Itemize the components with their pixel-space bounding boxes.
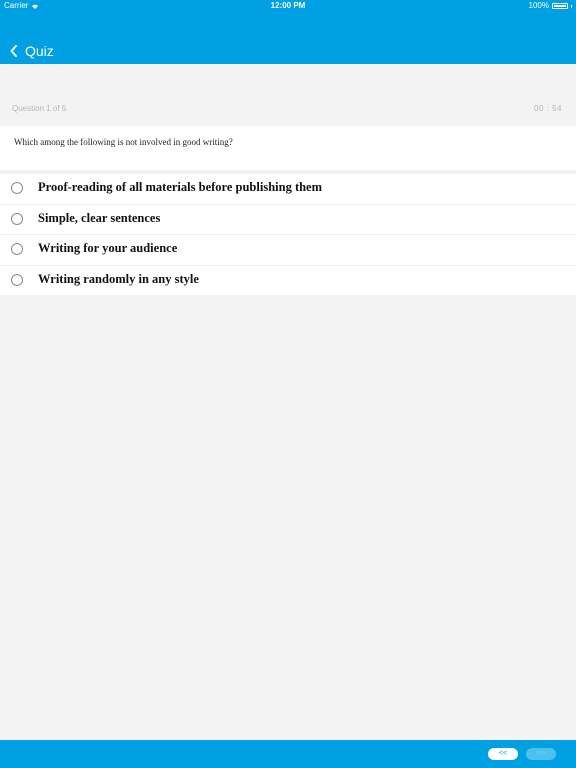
navigation-row: Quiz [0,40,54,62]
answer-option[interactable]: Simple, clear sentences [0,205,576,235]
bottom-bar: << >> [0,740,576,768]
battery-icon [552,3,568,9]
back-button[interactable]: Quiz [0,43,54,59]
next-button[interactable]: >> [526,748,556,760]
question-progress: Question 1 of 5 [12,104,67,113]
question-card: Which among the following is not involve… [0,126,576,170]
answer-options: Proof-reading of all materials before pu… [0,174,576,295]
question-header: Question 1 of 5 00 : 54 [0,96,576,124]
status-bar: Carrier 12:00 PM 100% [0,0,576,12]
radio-button[interactable] [11,212,23,225]
chevron-left-icon [10,45,17,57]
answer-option[interactable]: Writing for your audience [0,235,576,266]
battery-info: 100% [529,0,572,12]
page-title: Quiz [25,43,54,59]
radio-button[interactable] [11,273,23,286]
previous-button[interactable]: << [488,748,518,760]
radio-button[interactable] [11,182,23,194]
radio-button[interactable] [11,243,23,255]
answer-option-label: Proof-reading of all materials before pu… [38,180,323,194]
answer-option[interactable]: Proof-reading of all materials before pu… [0,174,576,205]
answer-option[interactable]: Writing randomly in any style [0,266,576,296]
battery-percent: 100% [528,1,549,10]
top-bar: Carrier 12:00 PM 100% Quiz [0,0,576,64]
answer-option-label: Simple, clear sentences [38,210,161,225]
answer-option-label: Writing for your audience [38,241,178,255]
status-time: 12:00 PM [270,1,306,10]
quiz-timer: 00 : 54 [534,104,562,113]
question-text: Which among the following is not involve… [14,137,233,147]
answer-option-label: Writing randomly in any style [38,271,199,286]
battery-tip [571,4,572,8]
